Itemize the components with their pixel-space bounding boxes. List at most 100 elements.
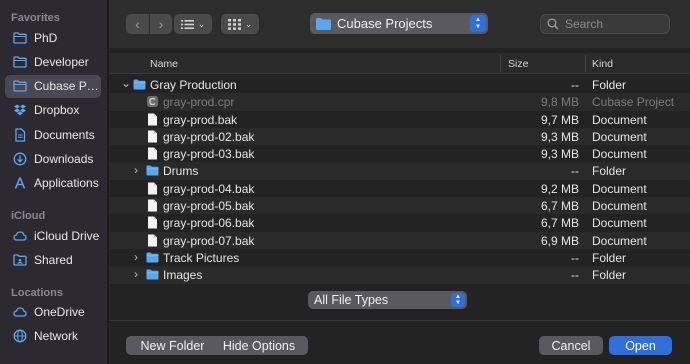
row-size: 9,2 MB (540, 181, 579, 196)
folder-icon (316, 17, 331, 30)
stepper-arrows-icon: ▲ ▼ (451, 293, 465, 307)
file-row[interactable]: gray-prod-04.bak 9,2 MB Document (109, 180, 690, 197)
cloud-icon (13, 305, 27, 319)
hide-options-button[interactable]: Hide Options (210, 336, 308, 355)
document-icon (146, 147, 159, 160)
row-name: Images (163, 268, 203, 283)
row-size: -- (571, 268, 579, 283)
search-icon (547, 18, 559, 30)
location-popup[interactable]: Cubase Projects ▲ ▼ (310, 13, 488, 34)
row-name: gray-prod-02.bak (163, 129, 255, 144)
file-type-popup[interactable]: All File Types ▲ ▼ (308, 291, 467, 309)
chevron-down-icon: ⌄ (244, 18, 253, 29)
file-type-label: All File Types (314, 293, 389, 307)
chevron-down-icon: ⌄ (197, 18, 206, 29)
sidebar-item-label: OneDrive (34, 304, 85, 319)
forward-button[interactable]: › (149, 14, 172, 34)
stepper-arrows-icon: ▲ ▼ (470, 15, 486, 32)
folder-icon (13, 79, 27, 93)
folder-row[interactable]: ⌄ Gray Production -- Folder (109, 76, 690, 93)
file-browser: ‹ › ⌄ ⌄ Cubase Projects ▲ ▼ Search Name … (109, 0, 690, 364)
document-icon (146, 130, 159, 143)
column-divider[interactable] (500, 55, 501, 72)
file-row[interactable]: gray-prod-03.bak 9,3 MB Document (109, 145, 690, 162)
sidebar-item-shared[interactable]: Shared (5, 248, 101, 271)
row-name: Track Pictures (163, 250, 240, 265)
file-row[interactable]: gray-prod-06.bak 6,7 MB Document (109, 214, 690, 231)
row-kind: Folder (592, 250, 627, 265)
folder-row[interactable]: › Drums -- Folder (109, 162, 690, 180)
sidebar-item-applications[interactable]: Applications (5, 172, 101, 195)
grid-icon (227, 18, 241, 30)
row-size: 6,7 MB (540, 216, 579, 231)
row-name: gray-prod.cpr (163, 95, 235, 110)
disclosure-closed-icon[interactable]: › (134, 250, 144, 264)
cancel-button[interactable]: Cancel (539, 336, 603, 355)
sidebar-item-label: Dropbox (34, 103, 80, 118)
row-size: -- (571, 78, 579, 92)
list-view-button[interactable]: ⌄ (174, 14, 212, 34)
sidebar-item-label: PhD (34, 30, 58, 45)
folder-row[interactable]: › Track Pictures -- Folder (109, 249, 690, 266)
applications-icon (13, 176, 27, 190)
document-icon (146, 199, 159, 212)
file-row[interactable]: gray-prod.cpr 9,8 MB Cubase Project (109, 93, 690, 111)
row-kind: Folder (592, 268, 627, 283)
row-size: -- (571, 250, 579, 265)
grid-view-button[interactable]: ⌄ (221, 14, 259, 34)
row-kind: Document (592, 129, 647, 144)
row-kind: Folder (592, 78, 627, 92)
sidebar-item-onedrive[interactable]: OneDrive (5, 300, 101, 323)
column-size-header[interactable]: Size (508, 58, 528, 70)
dropbox-icon (13, 103, 27, 117)
folder-icon (146, 164, 159, 177)
row-name: Drums (163, 164, 199, 179)
row-name: gray-prod-06.bak (163, 216, 255, 231)
new-folder-button[interactable]: New Folder (126, 336, 219, 355)
footer-divider (109, 320, 690, 321)
column-name-header[interactable]: Name (150, 58, 178, 70)
column-divider[interactable] (585, 55, 586, 72)
row-kind: Document (592, 112, 647, 127)
open-button[interactable]: Open (609, 336, 672, 355)
search-placeholder: Search (565, 17, 604, 31)
sidebar-item-label: Documents (34, 127, 95, 142)
file-row[interactable]: gray-prod-05.bak 6,7 MB Document (109, 197, 690, 215)
disclosure-closed-icon[interactable]: › (134, 267, 144, 281)
sidebar-item-icloud-drive[interactable]: iCloud Drive (5, 224, 101, 247)
row-kind: Document (592, 181, 647, 196)
sidebar-item-developer[interactable]: Developer (5, 50, 101, 73)
column-kind-header[interactable]: Kind (592, 58, 613, 70)
globe-icon (13, 329, 27, 343)
disclosure-closed-icon[interactable]: › (134, 163, 144, 177)
folder-row[interactable]: › Images -- Folder (109, 266, 690, 284)
file-row[interactable]: gray-prod-07.bak 6,9 MB Document (109, 231, 690, 249)
sidebar-item-label: Applications (34, 176, 99, 191)
file-row[interactable]: gray-prod.bak 9,7 MB Document (109, 111, 690, 128)
sidebar-item-documents[interactable]: Documents (5, 123, 101, 146)
sidebar-item-phd[interactable]: PhD (5, 26, 101, 49)
sidebar-item-network[interactable]: Network (5, 324, 101, 347)
sidebar: Favorites PhD Developer Cubase Projects Dro… (0, 0, 108, 364)
sidebar-item-label: Downloads (34, 152, 94, 166)
row-size: -- (571, 164, 579, 179)
shared-folder-icon (13, 253, 27, 267)
file-row[interactable]: gray-prod-02.bak 9,3 MB Document (109, 127, 690, 146)
row-size: 9,3 MB (540, 129, 579, 144)
row-name: gray-prod-03.bak (163, 147, 255, 162)
sidebar-item-label: Developer (34, 54, 89, 69)
cloud-icon (13, 229, 27, 243)
search-field[interactable]: Search (540, 14, 670, 34)
toolbar: ‹ › ⌄ ⌄ Cubase Projects ▲ ▼ Search (109, 0, 690, 48)
sidebar-item-label: Network (34, 328, 79, 343)
folder-icon (13, 31, 27, 45)
row-size: 9,8 MB (540, 95, 579, 110)
back-button[interactable]: ‹ (126, 14, 149, 34)
sidebar-item-dropbox[interactable]: Dropbox (5, 99, 101, 122)
row-name: gray-prod-04.bak (163, 181, 255, 196)
row-size: 9,7 MB (540, 112, 579, 127)
download-icon (13, 152, 27, 166)
sidebar-item-cubase-projects[interactable]: Cubase Projects (5, 74, 101, 98)
sidebar-item-downloads[interactable]: Downloads (5, 148, 101, 171)
disclosure-open-icon[interactable]: ⌄ (121, 76, 131, 90)
